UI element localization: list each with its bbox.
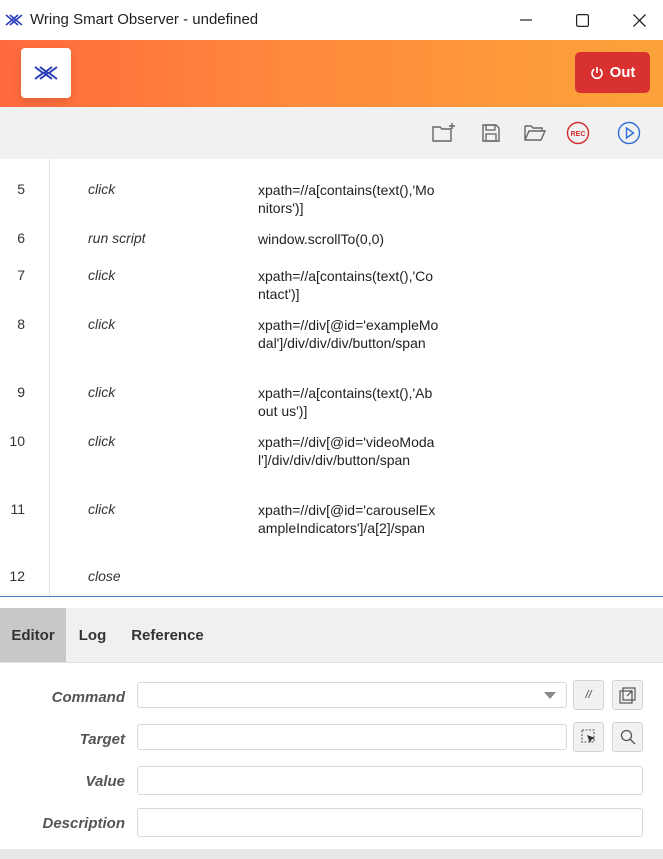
command-target: xpath=//div[@id='videoModal']/div/div/di… [258,434,435,468]
app-header: Out [0,40,663,107]
command-name: close [88,568,121,584]
target-label: Target [79,731,125,748]
row-number: 7 [17,267,25,283]
app-logo-icon [5,14,23,26]
editor-form: Command // Target Value Description [0,663,663,849]
command-target: xpath=//a[contains(text(),'Contact')] [258,268,434,302]
logo-icon [34,66,58,80]
external-window-icon [619,686,636,704]
record-label: REC [571,131,586,138]
new-folder-button[interactable] [431,120,457,146]
description-label: Description [42,815,125,832]
close-icon [632,13,646,27]
command-name: run script [88,230,146,246]
logout-label: Out [609,64,636,81]
record-icon: REC [566,121,590,145]
row-number: 11 [10,501,25,517]
save-button[interactable] [478,120,504,146]
value-input[interactable] [137,766,643,795]
search-icon [620,729,635,745]
bottom-strip [0,849,663,859]
tab-editor[interactable]: Editor [0,608,66,662]
minimize-button[interactable] [506,6,546,34]
row-number: 5 [17,181,25,197]
maximize-icon [575,13,589,27]
gutter-divider [49,159,50,596]
command-target: window.scrollTo(0,0) [258,231,385,247]
command-target-partial [258,159,440,165]
power-icon [590,66,603,79]
command-name: click [88,384,116,400]
find-element-button[interactable] [612,722,643,752]
row-number: 6 [17,230,25,246]
command-name: click [88,433,116,449]
command-label: Command [51,689,125,706]
new-folder-icon [432,123,455,142]
open-folder-button[interactable] [522,120,548,146]
comment-icon: // [585,689,592,701]
list-divider [0,596,663,597]
row-number: 9 [17,384,25,400]
toolbar: REC [0,107,663,160]
window-title: Wring Smart Observer - undefined [30,11,259,28]
command-target: xpath=//div[@id='carouselExampleIndicato… [258,502,436,536]
description-input[interactable] [137,808,643,837]
close-window-button[interactable] [619,6,659,34]
command-target: xpath=//a[contains(text(),'About us')] [258,385,433,419]
tab-reference[interactable]: Reference [119,608,216,662]
save-icon [482,124,500,142]
play-icon [617,121,641,145]
row-number: 12 [9,568,25,584]
open-reference-button[interactable] [612,680,643,710]
select-element-button[interactable] [573,722,604,752]
command-name: click [88,267,116,283]
record-button[interactable]: REC [565,120,591,146]
value-label: Value [85,773,125,790]
minimize-icon [520,19,532,21]
brand-logo[interactable] [21,48,71,98]
command-name: click [88,181,116,197]
command-name: click [88,316,116,332]
command-list[interactable]: 5 click xpath=//a[contains(text(),'Monit… [0,159,663,596]
target-input[interactable] [137,724,567,750]
panel-tabs: Editor Log Reference [0,608,663,663]
logout-button[interactable]: Out [575,52,650,93]
play-button[interactable] [616,120,642,146]
window-titlebar: Wring Smart Observer - undefined [0,0,663,40]
command-target: xpath=//a[contains(text(),'Monitors')] [258,182,435,216]
row-number: 8 [17,316,25,332]
chevron-down-icon [544,692,556,699]
command-target: xpath=//div[@id='exampleModal']/div/div/… [258,317,439,351]
command-select[interactable] [137,682,567,708]
row-number: 10 [9,433,25,449]
maximize-button[interactable] [562,6,602,34]
element-picker-icon [580,729,595,743]
toggle-comment-button[interactable]: // [573,680,604,710]
open-folder-icon [524,125,547,141]
command-name: click [88,501,116,517]
tab-log[interactable]: Log [66,608,119,662]
